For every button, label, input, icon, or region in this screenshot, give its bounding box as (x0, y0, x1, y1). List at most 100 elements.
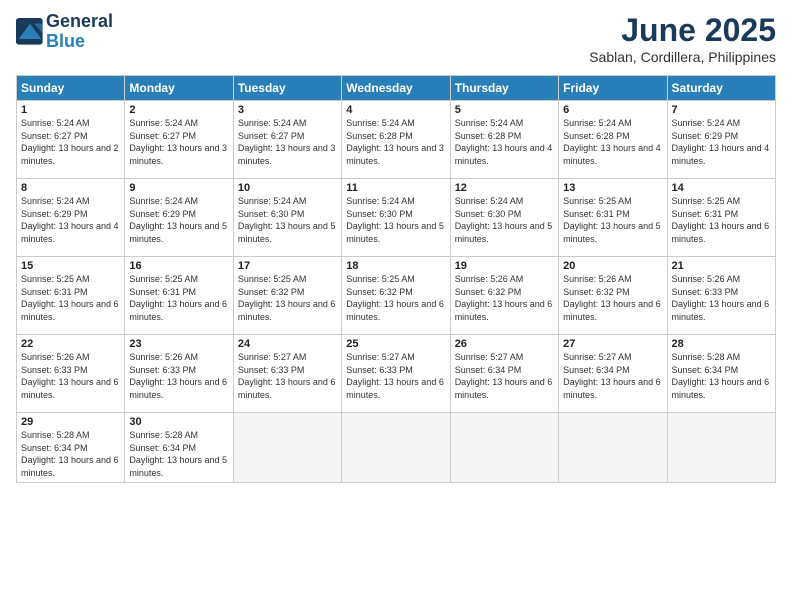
day-info: Sunrise: 5:25 AMSunset: 6:31 PMDaylight:… (21, 273, 120, 323)
day-info: Sunrise: 5:24 AMSunset: 6:27 PMDaylight:… (21, 117, 120, 167)
day-cell: 24Sunrise: 5:27 AMSunset: 6:33 PMDayligh… (233, 335, 341, 413)
day-number: 10 (238, 182, 337, 194)
day-cell: 14Sunrise: 5:25 AMSunset: 6:31 PMDayligh… (667, 179, 775, 257)
day-header-wednesday: Wednesday (342, 76, 450, 101)
day-info: Sunrise: 5:27 AMSunset: 6:34 PMDaylight:… (455, 351, 554, 401)
day-header-friday: Friday (559, 76, 667, 101)
day-info: Sunrise: 5:24 AMSunset: 6:28 PMDaylight:… (563, 117, 662, 167)
logo-text: General Blue (46, 12, 113, 52)
day-number: 13 (563, 182, 662, 194)
day-info: Sunrise: 5:25 AMSunset: 6:31 PMDaylight:… (129, 273, 228, 323)
day-header-tuesday: Tuesday (233, 76, 341, 101)
day-number: 11 (346, 182, 445, 194)
day-cell: 17Sunrise: 5:25 AMSunset: 6:32 PMDayligh… (233, 257, 341, 335)
day-info: Sunrise: 5:26 AMSunset: 6:33 PMDaylight:… (21, 351, 120, 401)
day-number: 20 (563, 260, 662, 272)
day-cell: 8Sunrise: 5:24 AMSunset: 6:29 PMDaylight… (17, 179, 125, 257)
day-info: Sunrise: 5:28 AMSunset: 6:34 PMDaylight:… (21, 429, 120, 479)
day-info: Sunrise: 5:24 AMSunset: 6:30 PMDaylight:… (346, 195, 445, 245)
day-number: 17 (238, 260, 337, 272)
week-row: 8Sunrise: 5:24 AMSunset: 6:29 PMDaylight… (17, 179, 776, 257)
day-number: 28 (672, 338, 771, 350)
day-cell (450, 413, 558, 483)
day-info: Sunrise: 5:28 AMSunset: 6:34 PMDaylight:… (129, 429, 228, 479)
day-info: Sunrise: 5:27 AMSunset: 6:33 PMDaylight:… (238, 351, 337, 401)
day-info: Sunrise: 5:28 AMSunset: 6:34 PMDaylight:… (672, 351, 771, 401)
day-info: Sunrise: 5:24 AMSunset: 6:28 PMDaylight:… (346, 117, 445, 167)
day-cell: 12Sunrise: 5:24 AMSunset: 6:30 PMDayligh… (450, 179, 558, 257)
day-info: Sunrise: 5:24 AMSunset: 6:30 PMDaylight:… (455, 195, 554, 245)
day-info: Sunrise: 5:24 AMSunset: 6:27 PMDaylight:… (129, 117, 228, 167)
day-number: 8 (21, 182, 120, 194)
logo-icon (16, 18, 44, 46)
day-cell: 20Sunrise: 5:26 AMSunset: 6:32 PMDayligh… (559, 257, 667, 335)
week-row: 1Sunrise: 5:24 AMSunset: 6:27 PMDaylight… (17, 101, 776, 179)
day-info: Sunrise: 5:27 AMSunset: 6:34 PMDaylight:… (563, 351, 662, 401)
location: Sablan, Cordillera, Philippines (589, 49, 776, 65)
day-cell: 26Sunrise: 5:27 AMSunset: 6:34 PMDayligh… (450, 335, 558, 413)
day-number: 22 (21, 338, 120, 350)
day-cell: 6Sunrise: 5:24 AMSunset: 6:28 PMDaylight… (559, 101, 667, 179)
day-cell: 7Sunrise: 5:24 AMSunset: 6:29 PMDaylight… (667, 101, 775, 179)
day-cell: 27Sunrise: 5:27 AMSunset: 6:34 PMDayligh… (559, 335, 667, 413)
day-cell: 5Sunrise: 5:24 AMSunset: 6:28 PMDaylight… (450, 101, 558, 179)
day-cell: 11Sunrise: 5:24 AMSunset: 6:30 PMDayligh… (342, 179, 450, 257)
day-cell: 29Sunrise: 5:28 AMSunset: 6:34 PMDayligh… (17, 413, 125, 483)
page: General Blue June 2025 Sablan, Cordiller… (0, 0, 792, 612)
day-info: Sunrise: 5:25 AMSunset: 6:31 PMDaylight:… (672, 195, 771, 245)
day-number: 29 (21, 416, 120, 428)
day-number: 2 (129, 104, 228, 116)
day-number: 3 (238, 104, 337, 116)
day-cell: 19Sunrise: 5:26 AMSunset: 6:32 PMDayligh… (450, 257, 558, 335)
day-info: Sunrise: 5:26 AMSunset: 6:32 PMDaylight:… (455, 273, 554, 323)
day-number: 4 (346, 104, 445, 116)
day-header-sunday: Sunday (17, 76, 125, 101)
logo: General Blue (16, 12, 113, 52)
day-number: 24 (238, 338, 337, 350)
day-cell: 28Sunrise: 5:28 AMSunset: 6:34 PMDayligh… (667, 335, 775, 413)
day-info: Sunrise: 5:24 AMSunset: 6:28 PMDaylight:… (455, 117, 554, 167)
day-info: Sunrise: 5:27 AMSunset: 6:33 PMDaylight:… (346, 351, 445, 401)
day-number: 16 (129, 260, 228, 272)
day-info: Sunrise: 5:24 AMSunset: 6:29 PMDaylight:… (129, 195, 228, 245)
day-info: Sunrise: 5:24 AMSunset: 6:27 PMDaylight:… (238, 117, 337, 167)
day-number: 1 (21, 104, 120, 116)
day-cell: 4Sunrise: 5:24 AMSunset: 6:28 PMDaylight… (342, 101, 450, 179)
day-number: 12 (455, 182, 554, 194)
day-number: 15 (21, 260, 120, 272)
day-cell (233, 413, 341, 483)
day-number: 26 (455, 338, 554, 350)
day-info: Sunrise: 5:25 AMSunset: 6:32 PMDaylight:… (238, 273, 337, 323)
day-cell: 23Sunrise: 5:26 AMSunset: 6:33 PMDayligh… (125, 335, 233, 413)
day-cell: 15Sunrise: 5:25 AMSunset: 6:31 PMDayligh… (17, 257, 125, 335)
day-cell: 25Sunrise: 5:27 AMSunset: 6:33 PMDayligh… (342, 335, 450, 413)
day-number: 14 (672, 182, 771, 194)
day-cell: 21Sunrise: 5:26 AMSunset: 6:33 PMDayligh… (667, 257, 775, 335)
day-number: 5 (455, 104, 554, 116)
day-cell: 9Sunrise: 5:24 AMSunset: 6:29 PMDaylight… (125, 179, 233, 257)
week-row: 15Sunrise: 5:25 AMSunset: 6:31 PMDayligh… (17, 257, 776, 335)
day-number: 19 (455, 260, 554, 272)
day-number: 25 (346, 338, 445, 350)
day-info: Sunrise: 5:24 AMSunset: 6:29 PMDaylight:… (21, 195, 120, 245)
title-block: June 2025 Sablan, Cordillera, Philippine… (589, 12, 776, 65)
day-info: Sunrise: 5:25 AMSunset: 6:31 PMDaylight:… (563, 195, 662, 245)
day-info: Sunrise: 5:24 AMSunset: 6:29 PMDaylight:… (672, 117, 771, 167)
day-number: 21 (672, 260, 771, 272)
day-cell: 16Sunrise: 5:25 AMSunset: 6:31 PMDayligh… (125, 257, 233, 335)
day-cell: 3Sunrise: 5:24 AMSunset: 6:27 PMDaylight… (233, 101, 341, 179)
day-cell (667, 413, 775, 483)
header-row: SundayMondayTuesdayWednesdayThursdayFrid… (17, 76, 776, 101)
day-cell: 10Sunrise: 5:24 AMSunset: 6:30 PMDayligh… (233, 179, 341, 257)
day-cell: 2Sunrise: 5:24 AMSunset: 6:27 PMDaylight… (125, 101, 233, 179)
day-number: 7 (672, 104, 771, 116)
day-cell: 18Sunrise: 5:25 AMSunset: 6:32 PMDayligh… (342, 257, 450, 335)
day-number: 6 (563, 104, 662, 116)
day-info: Sunrise: 5:26 AMSunset: 6:33 PMDaylight:… (129, 351, 228, 401)
day-number: 18 (346, 260, 445, 272)
day-header-monday: Monday (125, 76, 233, 101)
header: General Blue June 2025 Sablan, Cordiller… (16, 12, 776, 65)
day-cell: 30Sunrise: 5:28 AMSunset: 6:34 PMDayligh… (125, 413, 233, 483)
day-cell (559, 413, 667, 483)
week-row: 29Sunrise: 5:28 AMSunset: 6:34 PMDayligh… (17, 413, 776, 483)
